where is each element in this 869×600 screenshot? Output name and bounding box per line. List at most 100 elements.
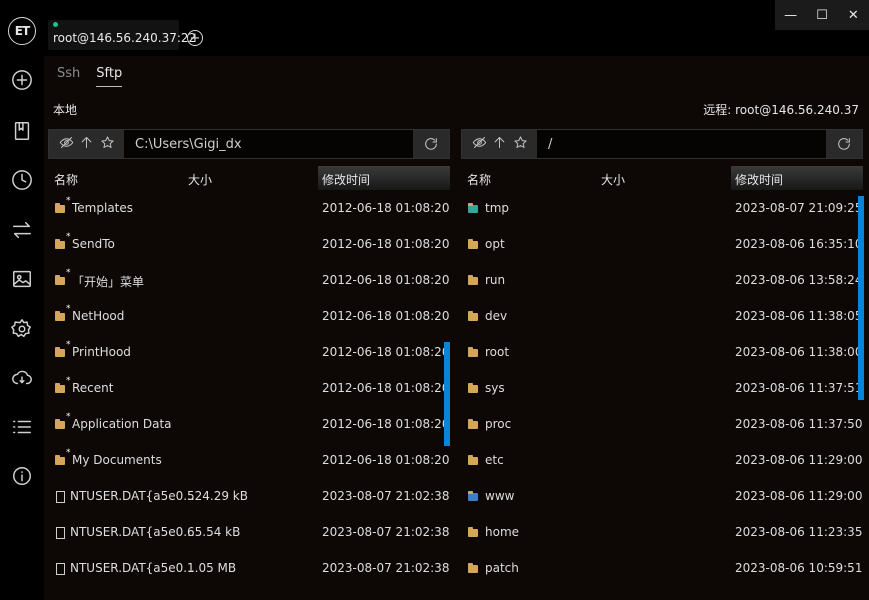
file-icon bbox=[56, 527, 65, 539]
column-size[interactable]: 大小 bbox=[188, 171, 212, 188]
table-row[interactable]: opt 2023-08-06 16:35:10 bbox=[461, 226, 869, 262]
table-row[interactable]: run 2023-08-06 13:58:24 bbox=[461, 262, 869, 298]
table-row[interactable]: NTUSER.DAT{a5e0... 1.05 MB 2023-08-07 21:0… bbox=[48, 550, 454, 586]
add-tab-button[interactable]: + bbox=[187, 30, 203, 46]
file-mtime: 2012-06-18 01:08:20 bbox=[322, 345, 450, 359]
symlink-mark: * bbox=[66, 340, 71, 350]
table-row[interactable]: * NetHood 2012-06-18 01:08:20 bbox=[48, 298, 454, 334]
file-mtime: 2023-08-06 16:35:10 bbox=[735, 237, 863, 251]
status-dot bbox=[53, 22, 58, 27]
column-name[interactable]: 名称 bbox=[54, 171, 78, 188]
table-row[interactable]: * Recent 2012-06-18 01:08:20 bbox=[48, 370, 454, 406]
column-mtime[interactable]: 修改时间 bbox=[322, 171, 370, 188]
file-mtime: 2023-08-06 11:23:35 bbox=[735, 525, 863, 539]
table-row[interactable]: home 2023-08-06 11:23:35 bbox=[461, 514, 869, 550]
clock-icon[interactable] bbox=[11, 169, 33, 191]
table-row[interactable]: NTUSER.DAT{a5e0... 65.54 kB 2023-08-07 21:… bbox=[48, 514, 454, 550]
session-tab-label: root@146.56.240.37:22 bbox=[53, 31, 197, 45]
maximize-button[interactable]: ☐ bbox=[806, 0, 837, 30]
info-icon[interactable] bbox=[11, 465, 33, 487]
local-refresh-button[interactable] bbox=[413, 130, 449, 158]
column-size[interactable]: 大小 bbox=[601, 171, 625, 188]
folder-icon bbox=[468, 491, 478, 501]
star-icon[interactable] bbox=[513, 135, 528, 153]
app-logo: ET bbox=[8, 17, 36, 45]
file-name: root bbox=[485, 345, 510, 359]
folder-icon bbox=[55, 383, 65, 393]
table-row[interactable]: * SendTo 2012-06-18 01:08:20 bbox=[48, 226, 454, 262]
folder-icon bbox=[468, 527, 478, 537]
file-mtime: 2023-08-07 21:09:25 bbox=[735, 201, 863, 215]
remote-scrollbar[interactable] bbox=[858, 196, 864, 400]
file-name: dev bbox=[485, 309, 508, 323]
file-mtime: 2023-08-06 11:38:00 bbox=[735, 345, 863, 359]
close-button[interactable]: ✕ bbox=[838, 0, 869, 30]
file-name: NTUSER.DAT{a5e0... bbox=[70, 489, 195, 503]
local-scrollbar[interactable] bbox=[444, 342, 450, 446]
remote-path-input[interactable]: / bbox=[537, 130, 826, 158]
symlink-mark: * bbox=[66, 448, 71, 458]
file-name: NTUSER.DAT{a5e0... bbox=[70, 525, 195, 539]
folder-icon bbox=[55, 311, 65, 321]
file-name: SendTo bbox=[72, 237, 115, 251]
remote-path-bar: / bbox=[461, 129, 863, 159]
star-icon[interactable] bbox=[100, 135, 115, 153]
main-panel: Ssh Sftp 本地 远程: root@146.56.240.37 C:\Us… bbox=[44, 56, 869, 600]
symlink-mark: * bbox=[66, 268, 71, 278]
file-name: opt bbox=[485, 237, 505, 251]
table-row[interactable]: * PrintHood 2012-06-18 01:08:20 bbox=[48, 334, 454, 370]
table-row[interactable]: proc 2023-08-06 11:37:50 bbox=[461, 406, 869, 442]
file-name: home bbox=[485, 525, 520, 539]
up-arrow-icon[interactable] bbox=[79, 135, 94, 153]
refresh-icon bbox=[425, 138, 437, 150]
cloud-sync-icon[interactable] bbox=[11, 367, 33, 389]
remote-refresh-button[interactable] bbox=[826, 130, 862, 158]
local-file-list: 名称 大小 修改时间 * Templates 2012-06-18 01:08:20… bbox=[48, 166, 454, 600]
table-row[interactable]: patch 2023-08-06 10:59:51 bbox=[461, 550, 869, 586]
table-row[interactable]: sys 2023-08-06 11:37:51 bbox=[461, 370, 869, 406]
image-icon[interactable] bbox=[11, 268, 33, 290]
file-icon bbox=[56, 491, 65, 503]
table-row[interactable]: tmp 2023-08-07 21:09:25 bbox=[461, 190, 869, 226]
tab-sftp[interactable]: Sftp bbox=[96, 66, 123, 87]
table-row[interactable]: www 2023-08-06 11:29:00 bbox=[461, 478, 869, 514]
table-row[interactable]: * My Documents 2012-06-18 01:08:20 bbox=[48, 442, 454, 478]
table-row[interactable]: * Application Data 2012-06-18 01:08:20 bbox=[48, 406, 454, 442]
hide-hidden-icon[interactable] bbox=[59, 135, 74, 153]
minimize-button[interactable]: — bbox=[775, 0, 806, 30]
file-mtime: 2023-08-06 10:59:51 bbox=[735, 561, 863, 575]
file-size: 524.29 kB bbox=[187, 489, 248, 503]
file-name: run bbox=[485, 273, 506, 287]
folder-icon bbox=[55, 239, 65, 249]
file-mtime: 2023-08-06 11:38:05 bbox=[735, 309, 863, 323]
local-path-input[interactable]: C:\Users\Gigi_dx bbox=[124, 130, 413, 158]
column-name[interactable]: 名称 bbox=[467, 171, 491, 188]
file-mtime: 2012-06-18 01:08:20 bbox=[322, 417, 450, 431]
file-mtime: 2012-06-18 01:08:20 bbox=[322, 201, 450, 215]
gear-icon[interactable] bbox=[11, 318, 33, 340]
up-arrow-icon[interactable] bbox=[492, 135, 507, 153]
hide-hidden-icon[interactable] bbox=[472, 135, 487, 153]
sidebar-rail: ET bbox=[0, 0, 44, 600]
table-row[interactable]: dev 2023-08-06 11:38:05 bbox=[461, 298, 869, 334]
file-mtime: 2012-06-18 01:08:20 bbox=[322, 273, 450, 287]
table-row[interactable]: etc 2023-08-06 11:29:00 bbox=[461, 442, 869, 478]
column-mtime[interactable]: 修改时间 bbox=[735, 171, 783, 188]
list-icon[interactable] bbox=[11, 416, 33, 438]
table-row[interactable]: * Templates 2012-06-18 01:08:20 bbox=[48, 190, 454, 226]
table-row[interactable]: * 「开始」菜单 2012-06-18 01:08:20 bbox=[48, 262, 454, 298]
session-tab[interactable]: root@146.56.240.37:22 bbox=[48, 20, 196, 50]
tab-ssh[interactable]: Ssh bbox=[57, 66, 80, 87]
table-row[interactable]: root 2023-08-06 11:38:00 bbox=[461, 334, 869, 370]
file-size: 1.05 MB bbox=[187, 561, 237, 575]
transfer-icon[interactable] bbox=[11, 219, 33, 241]
plus-circle-icon[interactable] bbox=[11, 69, 33, 91]
folder-icon bbox=[55, 275, 65, 285]
file-mtime: 2012-06-18 01:08:20 bbox=[322, 309, 450, 323]
bookmark-icon[interactable] bbox=[11, 120, 33, 142]
folder-icon bbox=[468, 203, 478, 213]
table-row[interactable]: NTUSER.DAT{a5e0... 524.29 kB 2023-08-07 21… bbox=[48, 478, 454, 514]
file-mtime: 2023-08-06 13:58:24 bbox=[735, 273, 863, 287]
title-bar: root@146.56.240.37:22 + — ☐ ✕ bbox=[44, 0, 869, 56]
file-mtime: 2023-08-06 11:37:50 bbox=[735, 417, 863, 431]
